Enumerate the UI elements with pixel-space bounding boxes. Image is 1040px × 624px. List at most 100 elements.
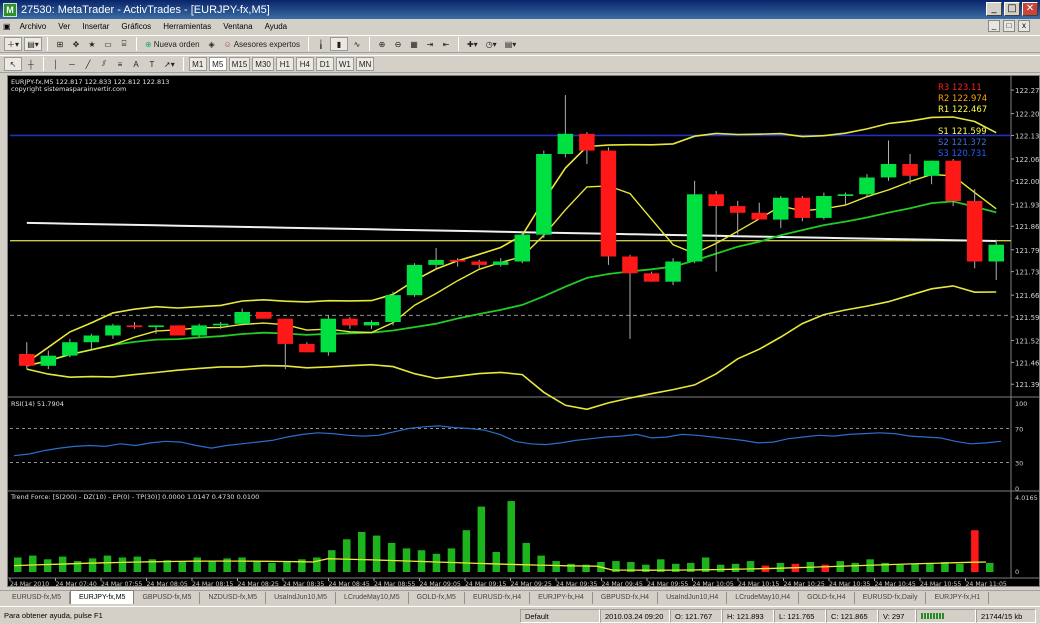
trendline-icon[interactable]: ╱ <box>81 57 95 71</box>
trend-force-bar <box>926 562 934 572</box>
menu-insertar[interactable]: Insertar <box>76 19 115 35</box>
chart-tab-9[interactable]: GBPUSD-fx,H4 <box>593 592 659 604</box>
data-window-icon[interactable]: ✥ <box>69 37 83 51</box>
trend-force-bar <box>313 557 321 572</box>
timeframe-m30[interactable]: M30 <box>252 57 274 71</box>
chart-window-icon[interactable]: ▣ <box>0 19 14 35</box>
status-datetime: 2010.03.24 09:20 <box>600 608 670 623</box>
chart-canvas[interactable]: 122.270 122.200 122.135 122.065 122.000 121.9… <box>8 76 1039 588</box>
mdi-minimize-button[interactable]: _ <box>988 20 1000 32</box>
mdi-close-button[interactable]: x <box>1018 20 1030 32</box>
chart-tab-7[interactable]: EURUSD-fx,H4 <box>465 592 531 604</box>
zoom-out-icon[interactable]: ⊖ <box>391 37 405 51</box>
candle-body <box>40 355 57 366</box>
trend-force-bar <box>687 562 695 572</box>
trend-force-bar <box>238 557 246 572</box>
equidistant-channel-icon[interactable]: ⫽ <box>97 57 111 71</box>
timeframe-m5[interactable]: M5 <box>208 57 227 71</box>
chart-tab-4[interactable]: UsaIndJun10,M5 <box>266 592 336 604</box>
crosshair-icon[interactable]: ┼ <box>24 57 38 71</box>
timeframe-m15[interactable]: M15 <box>228 57 251 71</box>
tile-windows-icon[interactable]: ▦ <box>407 37 421 51</box>
timeframe-w1[interactable]: W1 <box>335 57 354 71</box>
cursor-icon[interactable]: ↖ <box>4 57 22 71</box>
menu-ayuda[interactable]: Ayuda <box>259 19 294 35</box>
price-tick-label: 121.460 <box>1015 359 1039 367</box>
pivot-label: R1 122.467 <box>938 105 987 115</box>
market-watch-icon[interactable]: ⊞ <box>53 37 67 51</box>
metaeditor-icon[interactable]: ◈ <box>205 37 219 51</box>
price-tick-label: 121.865 <box>1015 223 1039 231</box>
menu-archivo[interactable]: Archivo <box>14 19 53 35</box>
menu-herramientas[interactable]: Herramientas <box>157 19 217 35</box>
chart-tab-8[interactable]: EURJPY-fx,H4 <box>530 592 593 604</box>
menu-ver[interactable]: Ver <box>52 19 76 35</box>
chart-tab-11[interactable]: LCrudeMay10,H4 <box>727 592 800 604</box>
trend-force-bar <box>492 552 500 572</box>
text-tool[interactable]: A <box>129 57 143 71</box>
maximize-button[interactable]: □ <box>1004 2 1020 16</box>
rsi-level-label: 70 <box>1015 426 1023 434</box>
horizontal-line-icon[interactable]: ─ <box>65 57 79 71</box>
rsi-level-label: 30 <box>1015 460 1023 468</box>
time-axis-label: 24 Mar 09:15 <box>465 581 506 588</box>
new-order-button[interactable]: ⊕ Nueva orden <box>142 37 203 51</box>
periods-icon[interactable]: ◷▾ <box>483 37 500 51</box>
strategy-tester-icon[interactable]: ⌸ <box>117 37 131 51</box>
minimize-button[interactable]: _ <box>986 2 1002 16</box>
chart-tab-3[interactable]: NZDUSD-fx,M5 <box>200 592 267 604</box>
timeframe-mn[interactable]: MN <box>355 57 375 71</box>
candle-body <box>708 194 724 207</box>
pivot-label: S2 121.372 <box>938 138 987 148</box>
candle-body <box>643 273 660 282</box>
rsi-level-label: 100 <box>1015 400 1027 408</box>
price-tick-label: 121.525 <box>1015 338 1039 346</box>
chart-tab-0[interactable]: EURUSD-fx,M5 <box>4 592 71 604</box>
metatrader-icon: M <box>3 2 17 17</box>
timeframe-h4[interactable]: H4 <box>295 57 314 71</box>
candle-body <box>83 335 100 343</box>
trend-force-bar <box>402 548 411 572</box>
line-chart-icon[interactable]: ∿ <box>350 37 364 51</box>
chart-tab-14[interactable]: EURJPY-fx,H1 <box>926 592 990 604</box>
chart-tab-2[interactable]: GBPUSD-fx,M5 <box>134 592 201 604</box>
arrows-icon[interactable]: ➚▾ <box>161 57 178 71</box>
candle-body <box>751 212 767 220</box>
chart-tab-10[interactable]: UsaIndJun10,H4 <box>658 592 728 604</box>
chart-window[interactable]: 122.270 122.200 122.135 122.065 122.000 121.9… <box>7 75 1040 588</box>
indicators-icon[interactable]: ✚▾ <box>464 37 481 51</box>
fibonacci-icon[interactable]: ≡ <box>113 57 127 71</box>
terminal-icon[interactable]: ▭ <box>101 37 115 51</box>
timeframe-m1[interactable]: M1 <box>188 57 207 71</box>
chart-tab-13[interactable]: EURUSD-fx,Daily <box>855 592 927 604</box>
bar-chart-icon[interactable]: ╽ <box>314 37 328 51</box>
auto-scroll-icon[interactable]: ⇤ <box>439 37 453 51</box>
templates-icon[interactable]: ▤▾ <box>502 37 520 51</box>
menu-ventana[interactable]: Ventana <box>217 19 258 35</box>
expert-advisors-button[interactable]: ☺ Asesores expertos <box>221 37 303 51</box>
timeframe-d1[interactable]: D1 <box>315 57 334 71</box>
price-tick-label: 122.270 <box>1015 87 1039 95</box>
new-chart-icon[interactable]: ＋▾ <box>4 37 23 51</box>
candle-body <box>816 196 832 218</box>
chart-tab-12[interactable]: GOLD-fx,H4 <box>799 592 855 604</box>
chart-tab-1[interactable]: EURJPY-fx,M5 <box>70 590 135 604</box>
navigator-icon[interactable]: ★ <box>85 37 99 51</box>
candle-body <box>449 259 466 262</box>
vertical-line-icon[interactable]: │ <box>49 57 63 71</box>
label-tool[interactable]: T <box>145 57 159 71</box>
chart-tab-5[interactable]: LCrudeMay10,M5 <box>336 592 409 604</box>
close-button[interactable]: ✕ <box>1022 2 1038 16</box>
chart-shift-icon[interactable]: ⇥ <box>423 37 437 51</box>
time-axis-label: 24 Mar 09:55 <box>647 581 688 588</box>
profiles-icon[interactable]: ▤▾ <box>24 37 43 51</box>
zoom-in-icon[interactable]: ⊕ <box>375 37 389 51</box>
timeframe-h1[interactable]: H1 <box>275 57 294 71</box>
candle-body <box>622 256 638 274</box>
candlesticks-icon[interactable]: ▮ <box>329 37 348 51</box>
mdi-restore-button[interactable]: □ <box>1003 20 1015 32</box>
menu-graficos[interactable]: Gráficos <box>115 19 157 35</box>
candle-body <box>880 164 897 178</box>
chart-tab-6[interactable]: GOLD-fx,M5 <box>409 592 465 604</box>
status-bar: Para obtener ayuda, pulse F1 Default 201… <box>0 606 1040 624</box>
